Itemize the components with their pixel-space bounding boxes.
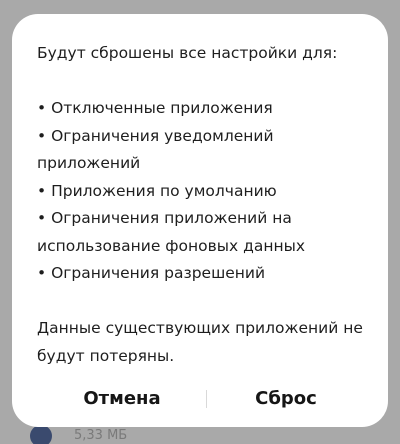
dialog-message: Будут сброшены все настройки для: • Откл… xyxy=(37,40,367,370)
dialog-note: будут потеряны. xyxy=(37,346,175,365)
list-item: • Отключенные приложения xyxy=(37,99,273,117)
cancel-button[interactable]: Отмена xyxy=(52,382,192,416)
app-size-text: 5,33 МБ xyxy=(74,428,128,443)
list-item: • Приложения по умолчанию xyxy=(37,181,277,200)
list-item: • Ограничения приложений на xyxy=(37,209,292,227)
dialog-button-bar: Отмена Сброс xyxy=(12,382,388,416)
list-item: приложений xyxy=(37,154,141,172)
list-item: использование фоновых данных xyxy=(37,236,306,255)
list-item: • Ограничения уведомлений xyxy=(37,126,274,145)
dialog-intro: Будут сброшены все настройки для: xyxy=(37,44,338,62)
app-icon xyxy=(30,425,52,444)
dialog-note: Данные существующих приложений не xyxy=(37,319,363,337)
button-divider xyxy=(206,390,207,408)
list-item: • Ограничения разрешений xyxy=(37,264,266,282)
reset-button[interactable]: Сброс xyxy=(216,382,356,416)
reset-app-preferences-dialog: Будут сброшены все настройки для: • Откл… xyxy=(12,14,388,427)
